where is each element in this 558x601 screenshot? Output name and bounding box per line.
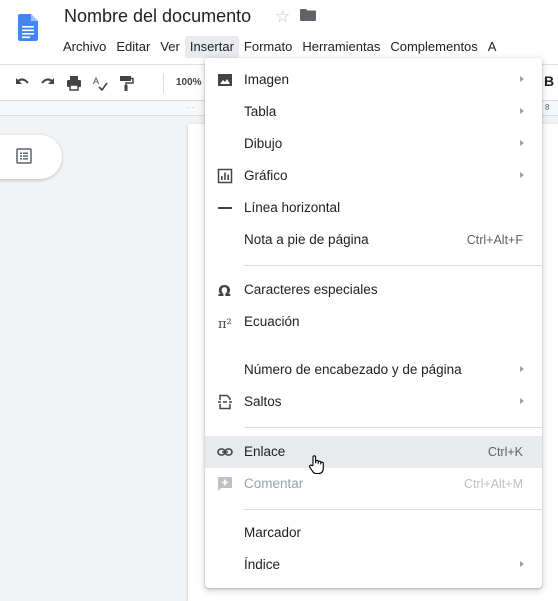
- menu-item-label: Imagen: [244, 72, 290, 87]
- menu-separator: [244, 427, 542, 428]
- menu-item-marcador[interactable]: Marcador: [205, 517, 542, 549]
- undo-icon[interactable]: [14, 75, 30, 91]
- document-title[interactable]: Nombre del documento: [64, 6, 251, 27]
- menu-item-label: Comentar: [244, 476, 304, 491]
- menu-item-label: Tabla: [244, 104, 277, 119]
- menu-ver[interactable]: Ver: [155, 36, 185, 58]
- svg-text:π²: π²: [218, 317, 232, 330]
- menu-item-tabla[interactable]: Tabla: [205, 96, 542, 128]
- menu-editar[interactable]: Editar: [111, 36, 155, 58]
- menu-bar: Archivo Editar Ver Insertar Formato Herr…: [58, 36, 501, 58]
- ruler-indent-marker[interactable]: · ·: [187, 103, 195, 112]
- chart-icon: [217, 168, 233, 184]
- menu-item-shortcut: Ctrl+Alt+F: [466, 233, 523, 247]
- menu-separator: [244, 265, 542, 266]
- submenu-arrow-icon: [520, 140, 524, 146]
- menu-item-label: Saltos: [244, 394, 282, 409]
- menu-item-label: Marcador: [244, 525, 302, 540]
- menu-herramientas[interactable]: Herramientas: [297, 36, 385, 58]
- menu-item-label: Línea horizontal: [244, 200, 341, 215]
- svg-text:Ω: Ω: [218, 282, 231, 298]
- bold-button[interactable]: B: [544, 73, 554, 89]
- submenu-arrow-icon: [520, 561, 524, 567]
- menu-item-dibujo[interactable]: Dibujo: [205, 128, 542, 160]
- horizontal-line-icon: [218, 207, 232, 209]
- menu-item-label: Número de encabezado y de página: [244, 362, 462, 377]
- menu-insertar[interactable]: Insertar: [184, 36, 239, 58]
- toolbar-separator: [163, 73, 164, 93]
- menu-item-label: Dibujo: [244, 136, 283, 151]
- svg-text:A: A: [93, 76, 99, 86]
- submenu-arrow-icon: [520, 366, 524, 372]
- menu-item-indice[interactable]: Índice: [205, 549, 542, 581]
- menu-item-linea-horizontal[interactable]: Línea horizontal: [205, 192, 542, 224]
- folder-icon[interactable]: [300, 9, 316, 21]
- menu-item-ecuacion[interactable]: π² Ecuación: [205, 306, 542, 338]
- menu-separator: [244, 509, 542, 510]
- docs-logo-icon[interactable]: [18, 14, 38, 41]
- menu-item-numero-encabezado[interactable]: Número de encabezado y de página: [205, 354, 542, 386]
- menu-item-label: Gráfico: [244, 168, 288, 183]
- redo-icon[interactable]: [40, 75, 56, 91]
- menu-item-shortcut: Ctrl+K: [487, 445, 523, 459]
- insert-menu-dropdown: Imagen Tabla Dibujo Gráfico Línea horizo…: [205, 58, 542, 588]
- submenu-arrow-icon: [520, 76, 524, 82]
- pi-icon: π²: [218, 317, 232, 330]
- menu-ayuda[interactable]: A: [483, 36, 502, 58]
- submenu-arrow-icon: [520, 108, 524, 114]
- menu-item-label: Enlace: [244, 444, 286, 459]
- menu-item-label: Ecuación: [244, 314, 300, 329]
- zoom-select[interactable]: 100%: [176, 77, 202, 88]
- title-bar: Nombre del documento ☆ Archivo Editar Ve…: [0, 0, 558, 64]
- submenu-arrow-icon: [520, 398, 524, 404]
- page-break-icon: [218, 394, 232, 410]
- image-icon: [218, 74, 232, 86]
- document-outline-button[interactable]: [0, 135, 62, 179]
- omega-icon: Ω: [218, 282, 231, 298]
- menu-item-imagen[interactable]: Imagen: [205, 64, 542, 96]
- paint-format-icon[interactable]: [118, 75, 134, 91]
- menu-item-label: Caracteres especiales: [244, 282, 378, 297]
- print-icon[interactable]: [66, 75, 82, 91]
- menu-item-caracteres-especiales[interactable]: Ω Caracteres especiales: [205, 274, 542, 306]
- menu-item-comentar[interactable]: Comentar Ctrl+Alt+M: [205, 468, 542, 500]
- ruler-number: 8: [545, 103, 550, 112]
- outline-list-icon: [16, 148, 32, 164]
- menu-item-label: Nota a pie de página: [244, 232, 369, 247]
- submenu-arrow-icon: [520, 172, 524, 178]
- menu-item-grafico[interactable]: Gráfico: [205, 160, 542, 192]
- menu-item-saltos[interactable]: Saltos: [205, 386, 542, 418]
- menu-item-label: Índice: [244, 557, 281, 572]
- add-comment-icon: [218, 477, 232, 491]
- link-icon: [217, 448, 233, 456]
- spellcheck-icon[interactable]: A: [92, 75, 108, 91]
- star-icon[interactable]: ☆: [275, 8, 290, 25]
- hand-cursor-icon: [308, 455, 324, 475]
- menu-formato[interactable]: Formato: [239, 36, 297, 58]
- menu-item-enlace[interactable]: Enlace Ctrl+K: [205, 436, 542, 468]
- menu-complementos[interactable]: Complementos: [385, 36, 482, 58]
- menu-item-nota-pie[interactable]: Nota a pie de página Ctrl+Alt+F: [205, 224, 542, 256]
- menu-item-shortcut: Ctrl+Alt+M: [463, 477, 523, 491]
- menu-archivo[interactable]: Archivo: [58, 36, 111, 58]
